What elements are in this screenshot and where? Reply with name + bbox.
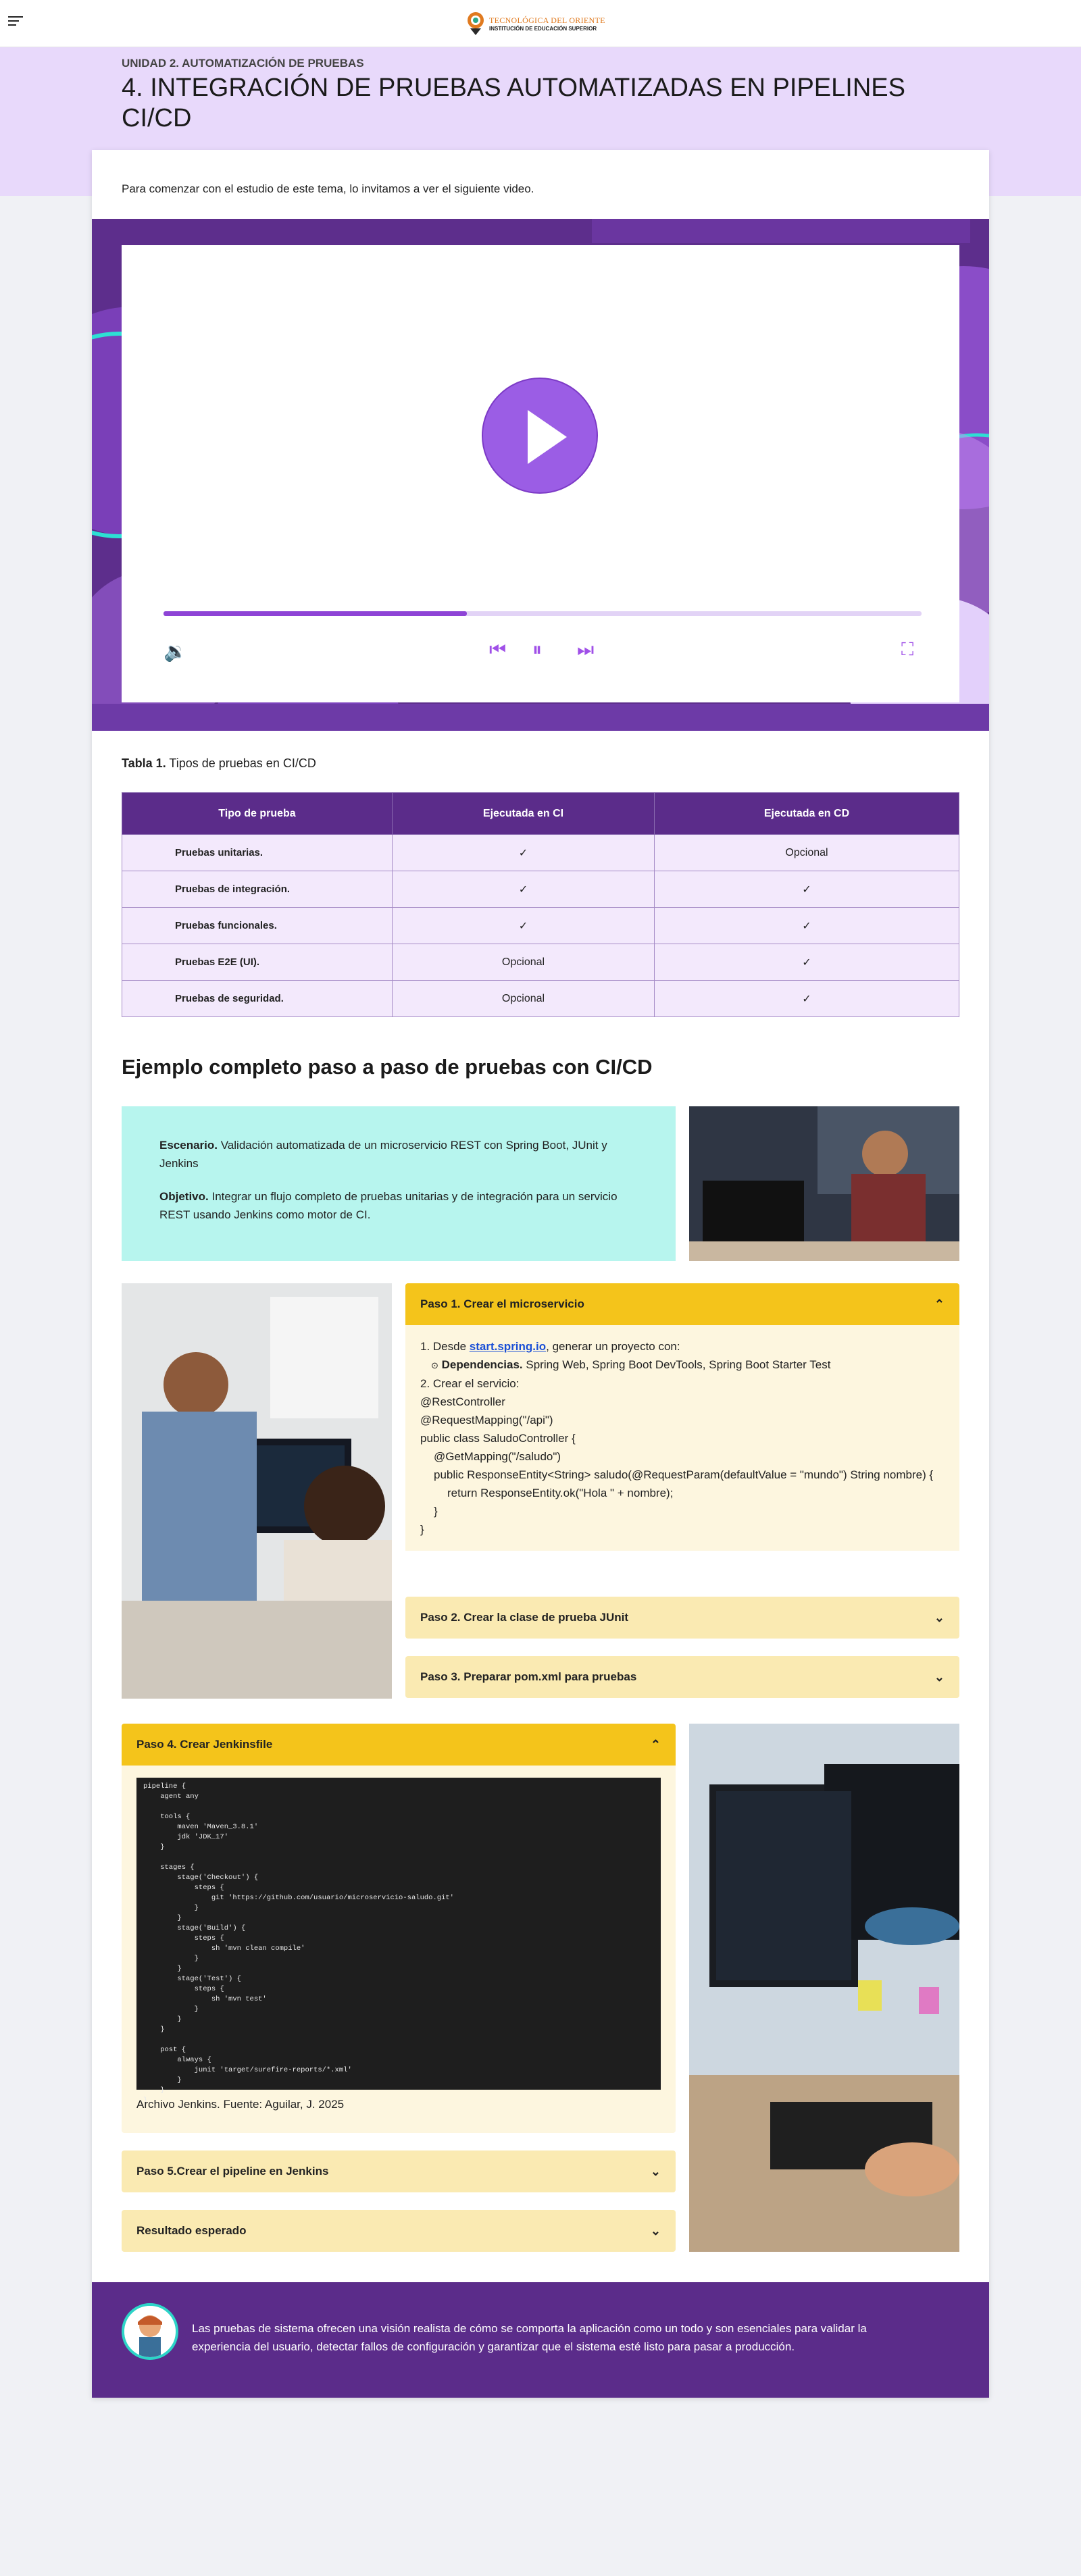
progress-fill	[164, 611, 467, 616]
chevron-down-icon: ⌄	[650, 2223, 661, 2238]
test-types-table: Tipo de prueba Ejecutada en CI Ejecutada…	[122, 792, 959, 1017]
chevron-up-icon: ⌃	[934, 1297, 945, 1311]
chevron-down-icon: ⌄	[650, 2164, 661, 2178]
top-bar: TECNOLÓGICA DEL ORIENTE INSTITUCIÓN DE E…	[0, 0, 1081, 47]
accordion-step-3[interactable]: Paso 3. Preparar pom.xml para pruebas ⌄	[405, 1656, 959, 1698]
intro-text: Para comenzar con el estudio de este tem…	[122, 182, 534, 195]
chevron-down-icon: ⌄	[934, 1670, 945, 1684]
play-button[interactable]	[482, 378, 598, 494]
check-circle-icon: ⊙	[431, 1360, 438, 1370]
unit-label: UNIDAD 2. AUTOMATIZACIÓN DE PRUEBAS	[122, 57, 364, 70]
previous-icon[interactable]: ⏮	[489, 639, 506, 661]
step-1-body: 1. Desde start.spring.io, generar un pro…	[405, 1325, 959, 1551]
scenario-box: Escenario. Validación automatizada de un…	[122, 1106, 676, 1261]
volume-icon[interactable]: 🔉	[164, 640, 187, 663]
spring-link[interactable]: start.spring.io	[470, 1340, 546, 1353]
table-row: Pruebas de seguridad. Opcional ✓	[122, 980, 959, 1017]
monitors-typing-photo	[689, 1724, 959, 2252]
table-header: Ejecutada en CI	[392, 792, 655, 835]
table-header: Tipo de prueba	[122, 792, 393, 835]
accordion-step-4: Paso 4. Crear Jenkinsfile ⌃ pipeline { ag…	[122, 1724, 676, 2133]
table-row: Pruebas de integración. ✓ ✓	[122, 871, 959, 908]
section-title: Ejemplo completo paso a paso de pruebas …	[122, 1055, 653, 1079]
logo-icon	[466, 11, 485, 36]
step-4-body: pipeline { agent any tools { maven 'Mave…	[122, 1766, 676, 2133]
next-icon[interactable]: ⏭	[577, 639, 594, 661]
table-row: Pruebas funcionales. ✓ ✓	[122, 907, 959, 944]
chevron-up-icon: ⌃	[650, 1737, 661, 1751]
page-title: 4. INTEGRACIÓN DE PRUEBAS AUTOMATIZADAS …	[122, 74, 905, 132]
logo-subtitle: INSTITUCIÓN DE EDUCACIÓN SUPERIOR	[489, 26, 597, 32]
code-caption: Archivo Jenkins. Fuente: Aguilar, J. 202…	[136, 2098, 345, 2111]
chevron-down-icon: ⌄	[934, 1610, 945, 1624]
table-caption: Tabla 1. Tipos de pruebas en CI/CD	[122, 756, 316, 770]
tutor-avatar	[122, 2303, 178, 2360]
logo-title: TECNOLÓGICA DEL ORIENTE	[489, 16, 605, 25]
footer-text: Las pruebas de sistema ofrecen una visió…	[192, 2322, 867, 2353]
fullscreen-icon[interactable]: ⛶	[901, 639, 913, 661]
jenkinsfile-code: pipeline { agent any tools { maven 'Mave…	[136, 1778, 661, 2105]
accordion-result[interactable]: Resultado esperado ⌄	[122, 2210, 676, 2252]
menu-icon[interactable]	[8, 16, 23, 28]
developer-photo	[689, 1106, 959, 1261]
team-coding-photo	[122, 1283, 392, 1699]
table-row: Pruebas E2E (UI). Opcional ✓	[122, 944, 959, 981]
table-row: Pruebas unitarias. ✓ Opcional	[122, 834, 959, 871]
step-1-header[interactable]: Paso 1. Crear el microservicio ⌃	[405, 1283, 959, 1325]
step-4-header[interactable]: Paso 4. Crear Jenkinsfile ⌃	[122, 1724, 676, 1766]
pause-icon[interactable]: ⏸	[532, 639, 542, 661]
table-header: Ejecutada en CD	[654, 792, 959, 835]
progress-bar[interactable]	[164, 611, 922, 616]
accordion-step-5[interactable]: Paso 5.Crear el pipeline en Jenkins ⌄	[122, 2150, 676, 2192]
institution-logo[interactable]: TECNOLÓGICA DEL ORIENTE INSTITUCIÓN DE E…	[466, 8, 605, 39]
accordion-step-1: Paso 1. Crear el microservicio ⌃ 1. Desde…	[405, 1283, 959, 1580]
accordion-step-2[interactable]: Paso 2. Crear la clase de prueba JUnit ⌄	[405, 1597, 959, 1639]
